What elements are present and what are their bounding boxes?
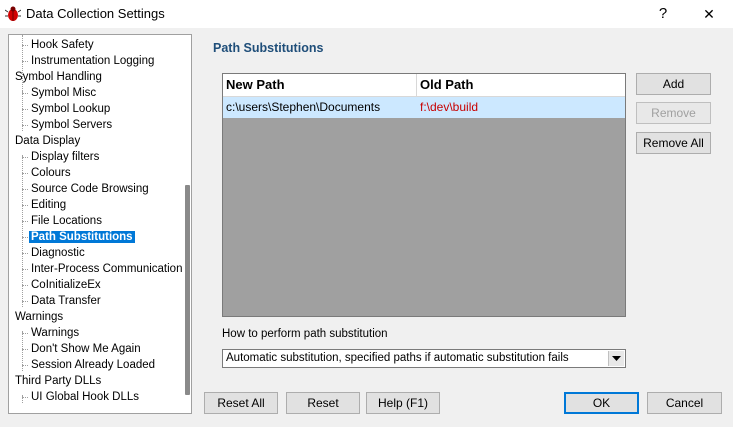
column-header-old-path[interactable]: Old Path xyxy=(417,74,625,96)
tree-connector xyxy=(22,173,28,174)
tree-item-source-code-browsing[interactable]: Source Code Browsing xyxy=(22,181,151,197)
tree-item-data-display[interactable]: Data Display xyxy=(13,133,82,149)
path-list[interactable]: New Path Old Path c:\users\Stephen\Docum… xyxy=(222,73,626,317)
tree-item-file-locations[interactable]: File Locations xyxy=(22,213,104,229)
tree-connector xyxy=(22,301,28,302)
tree-item-label: Display filters xyxy=(31,151,100,163)
tree-item-label: File Locations xyxy=(31,215,102,227)
tree-item-inter-process-communication[interactable]: Inter-Process Communication xyxy=(22,261,184,277)
cancel-button[interactable]: Cancel xyxy=(647,392,722,414)
close-button[interactable]: ✕ xyxy=(686,0,732,28)
tree-item-label: Hook Safety xyxy=(31,39,94,51)
new-path-cell: c:\users\Stephen\Documents xyxy=(226,100,381,114)
column-header-new-path[interactable]: New Path xyxy=(223,74,417,96)
tree-scrollbar[interactable] xyxy=(183,35,191,413)
old-path-cell: f:\dev\build xyxy=(420,100,479,114)
substitution-value: Automatic substitution, specified paths … xyxy=(226,352,569,364)
close-icon[interactable]: ✕ xyxy=(703,6,715,22)
tree-connector xyxy=(22,205,28,206)
tree-item-ui-global-hook-dlls[interactable]: UI Global Hook DLLs xyxy=(22,389,141,405)
tree-connector xyxy=(22,157,28,158)
tree-item-path-substitutions[interactable]: Path Substitutions xyxy=(22,229,135,245)
tree-item-diagnostic[interactable]: Diagnostic xyxy=(22,245,87,261)
tree-connector xyxy=(22,349,28,350)
tree-item-label: Data Transfer xyxy=(31,295,101,307)
tree-item-label: Editing xyxy=(31,199,67,211)
tree-item-warnings[interactable]: Warnings xyxy=(22,325,81,341)
tree-item-third-party-dlls[interactable]: Third Party DLLs xyxy=(13,373,103,389)
tree-item-label: Data Display xyxy=(15,135,81,147)
reset-all-button[interactable]: Reset All xyxy=(204,392,278,414)
substitution-dropdown[interactable]: Automatic substitution, specified paths … xyxy=(222,349,626,368)
tree-item-symbol-servers[interactable]: Symbol Servers xyxy=(22,117,114,133)
tree-item-colours[interactable]: Colours xyxy=(22,165,73,181)
tree-connector xyxy=(22,237,28,238)
window-title: Data Collection Settings xyxy=(26,6,165,21)
reset-button[interactable]: Reset xyxy=(286,392,360,414)
tree-item-label: Path Substitutions xyxy=(29,231,135,243)
tree-item-label: Colours xyxy=(31,167,71,179)
add-button[interactable]: Add xyxy=(636,73,711,95)
tree-item-display-filters[interactable]: Display filters xyxy=(22,149,101,165)
tree-connector xyxy=(22,365,28,366)
tree-item-label: Instrumentation Logging xyxy=(31,55,155,67)
tree-item-label: Warnings xyxy=(31,327,80,339)
tree-item-editing[interactable]: Editing xyxy=(22,197,68,213)
tree-item-label: Symbol Servers xyxy=(31,119,113,131)
tree-connector xyxy=(22,61,28,62)
tree-item-label: Warnings xyxy=(15,311,64,323)
tree-item-label: CoInitializeEx xyxy=(31,279,101,291)
tree-item-coinitializeex[interactable]: CoInitializeEx xyxy=(22,277,103,293)
tree-connector xyxy=(22,269,28,270)
tree-item-warnings[interactable]: Warnings xyxy=(13,309,65,325)
chevron-down-icon xyxy=(612,356,621,361)
tree-item-label: Don't Show Me Again xyxy=(31,343,141,355)
table-row[interactable]: c:\users\Stephen\Documents f:\dev\build xyxy=(223,97,625,118)
tree-item-label: UI Global Hook DLLs xyxy=(31,391,140,403)
help-title-button[interactable]: ? xyxy=(640,0,686,28)
substitution-label: How to perform path substitution xyxy=(222,328,388,340)
tree-item-symbol-lookup[interactable]: Symbol Lookup xyxy=(22,101,112,117)
tree-scrollbar-thumb[interactable] xyxy=(185,185,190,395)
tree-item-don-t-show-me-again[interactable]: Don't Show Me Again xyxy=(22,341,143,357)
tree-connector xyxy=(22,221,28,222)
list-header: New Path Old Path xyxy=(223,74,625,97)
tree-item-symbol-handling[interactable]: Symbol Handling xyxy=(13,69,104,85)
tree-item-label: Third Party DLLs xyxy=(15,375,102,387)
settings-tree[interactable]: Hook Safety Instrumentation Logging Symbol… xyxy=(8,34,192,414)
tree-connector xyxy=(22,93,28,94)
remove-button[interactable]: Remove xyxy=(636,102,711,124)
tree-item-data-transfer[interactable]: Data Transfer xyxy=(22,293,103,309)
tree-connector xyxy=(22,253,28,254)
tree-connector xyxy=(22,45,28,46)
tree-connector xyxy=(22,333,28,334)
tree-item-hook-safety[interactable]: Hook Safety xyxy=(22,37,96,53)
section-title: Path Substitutions xyxy=(213,41,324,55)
tree-item-instrumentation-logging[interactable]: Instrumentation Logging xyxy=(22,53,156,69)
tree-item-label: Source Code Browsing xyxy=(31,183,149,195)
help-button[interactable]: Help (F1) xyxy=(366,392,440,414)
bug-app-icon xyxy=(5,6,21,21)
title-bar: Data Collection Settings ? ✕ xyxy=(0,0,733,28)
tree-item-label: Session Already Loaded xyxy=(31,359,156,371)
tree-connector xyxy=(22,125,28,126)
tree-item-label: Symbol Lookup xyxy=(31,103,111,115)
tree-item-label: Inter-Process Communication xyxy=(31,263,183,275)
tree-item-label: Symbol Misc xyxy=(31,87,97,99)
tree-connector xyxy=(22,109,28,110)
tree-item-session-already-loaded[interactable]: Session Already Loaded xyxy=(22,357,157,373)
dropdown-arrow-button[interactable] xyxy=(608,351,624,366)
tree-connector xyxy=(22,397,28,398)
tree-connector xyxy=(22,285,28,286)
tree-item-symbol-misc[interactable]: Symbol Misc xyxy=(22,85,98,101)
tree-connector xyxy=(22,189,28,190)
tree-item-label: Symbol Handling xyxy=(15,71,102,83)
ok-button[interactable]: OK xyxy=(564,392,639,414)
tree-item-label: Diagnostic xyxy=(31,247,85,259)
remove-all-button[interactable]: Remove All xyxy=(636,132,711,154)
